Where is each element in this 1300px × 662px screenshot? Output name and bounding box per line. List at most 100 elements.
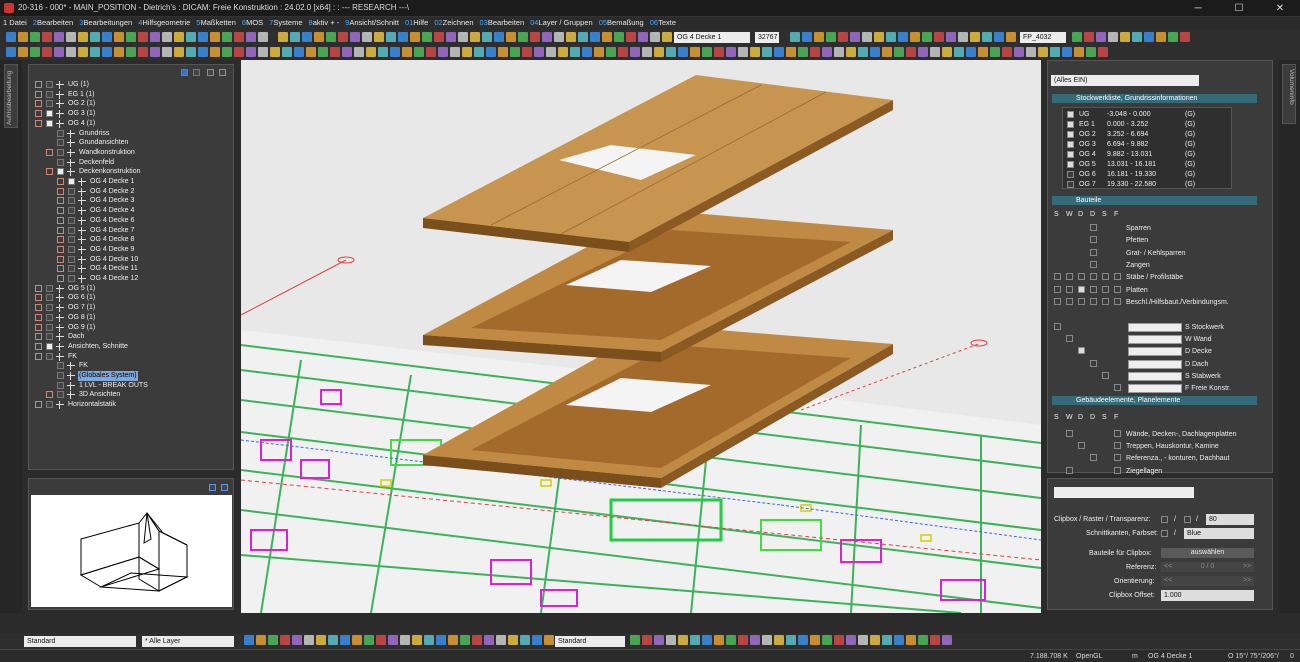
tool-icon[interactable] [354,47,364,57]
tool-icon[interactable] [814,32,824,42]
menu-item-2[interactable]: 3Bearbeitungen [76,17,135,29]
tree-row[interactable]: OG 4 Decke 3 [29,196,229,206]
gebaeude-checkbox[interactable] [1078,442,1085,450]
tool-icon[interactable] [822,47,832,57]
tool-icon[interactable] [302,32,312,42]
tool-icon[interactable] [150,47,160,57]
tree-row[interactable]: UG (1) [29,80,229,90]
collapse-icon[interactable] [35,352,42,360]
tree-row[interactable]: FK [29,361,229,371]
tree-row[interactable]: Grundansichten [29,138,229,148]
tree-row[interactable]: OG 4 Decke 7 [29,226,229,236]
tree-move-icon[interactable] [207,69,214,76]
tool-icon[interactable] [954,47,964,57]
referenz-next[interactable]: >> [1243,562,1251,572]
tree-row[interactable]: OG 6 (1) [29,293,229,303]
tool-icon[interactable] [810,47,820,57]
bauteil-checkbox[interactable] [1114,273,1121,281]
position-field[interactable]: FP_4032 [1020,32,1066,43]
tool-icon[interactable] [186,32,196,42]
tool-icon[interactable] [66,47,76,57]
tool-icon[interactable] [434,32,444,42]
tool-icon[interactable] [802,32,812,42]
menu-item-9[interactable]: 01Hilfe [402,17,431,29]
tool-icon[interactable] [882,635,892,645]
tree-row[interactable]: Horizontalstatik [29,400,229,410]
tree-row[interactable]: OG 4 Decke 1 [29,177,229,187]
tool-icon[interactable] [578,32,588,42]
tool-icon[interactable] [850,32,860,42]
floor-checkbox[interactable] [1067,171,1074,178]
tool-icon[interactable] [446,32,456,42]
tool-icon[interactable] [470,32,480,42]
clipbox-preset-select[interactable] [1054,487,1194,498]
tool-icon[interactable] [486,47,496,57]
tree-select-none-icon[interactable] [193,69,200,76]
menu-item-0[interactable]: 1 Datei [0,17,30,29]
tool-icon[interactable] [234,32,244,42]
expand-icon[interactable] [35,342,42,350]
tree-checkbox[interactable] [46,81,53,88]
farbset-select[interactable]: Blue [1184,528,1254,539]
tool-icon[interactable] [374,32,384,42]
tree-checkbox[interactable] [57,372,64,379]
tool-icon[interactable] [750,635,760,645]
expand-icon[interactable] [35,284,42,292]
expand-icon[interactable] [35,401,42,409]
tool-icon[interactable] [494,32,504,42]
tree-checkbox[interactable] [46,333,53,341]
tree-checkbox[interactable] [46,323,53,331]
tool-icon[interactable] [450,47,460,57]
menu-item-8[interactable]: 9Ansicht/Schnitt [342,17,402,29]
tree-row[interactable]: OG 5 (1) [29,284,229,294]
tool-icon[interactable] [294,47,304,57]
floor-row[interactable]: OG 3 6.694 - 9.882 (G) [1063,140,1231,150]
transparency-field[interactable]: 80 [1206,514,1254,525]
floor-checkbox[interactable] [1067,151,1074,158]
tool-icon[interactable] [438,47,448,57]
tree-row[interactable]: Wandkonstruktion [29,148,229,158]
tool-icon[interactable] [666,635,676,645]
tool-icon[interactable] [258,32,268,42]
tool-icon[interactable] [1120,32,1130,42]
tool-icon[interactable] [292,635,302,645]
gebaeude-row[interactable]: Wände, Decken-, Dachlagenplatten [1048,430,1268,440]
tool-icon[interactable] [328,635,338,645]
expand-icon[interactable] [57,216,64,224]
tool-icon[interactable] [678,635,688,645]
tool-icon[interactable] [702,635,712,645]
preview-canvas[interactable] [31,495,232,607]
tool-icon[interactable] [606,47,616,57]
floor-checkbox[interactable] [1067,181,1074,188]
tool-icon[interactable] [378,47,388,57]
tool-icon[interactable] [966,47,976,57]
section-stockwerk[interactable]: Stockwerkliste, Grundrissinformationen [1052,94,1257,103]
collapse-icon[interactable] [46,168,53,176]
tool-icon[interactable] [690,635,700,645]
tree-pin-icon[interactable] [219,69,226,76]
tool-icon[interactable] [400,635,410,645]
tool-icon[interactable] [922,32,932,42]
tool-icon[interactable] [594,47,604,57]
auswaehlen-button[interactable]: auswählen [1161,548,1254,558]
preview-pin-icon[interactable] [221,484,228,491]
tool-icon[interactable] [126,47,136,57]
tool-icon[interactable] [642,47,652,57]
tool-icon[interactable] [942,47,952,57]
tool-icon[interactable] [30,32,40,42]
tool-icon[interactable] [102,32,112,42]
tool-icon[interactable] [338,32,348,42]
raster-check[interactable] [1184,516,1191,523]
expand-icon[interactable] [35,333,42,341]
tool-icon[interactable] [150,32,160,42]
tool-icon[interactable] [874,32,884,42]
tool-icon[interactable] [982,32,992,42]
tool-icon[interactable] [630,635,640,645]
tool-icon[interactable] [90,32,100,42]
expand-icon[interactable] [35,110,42,118]
tool-icon[interactable] [1096,32,1106,42]
bauteil-checkbox[interactable] [1090,260,1097,268]
tool-icon[interactable] [544,635,554,645]
menu-item-6[interactable]: 7Systeme [266,17,305,29]
tool-icon[interactable] [1098,47,1108,57]
